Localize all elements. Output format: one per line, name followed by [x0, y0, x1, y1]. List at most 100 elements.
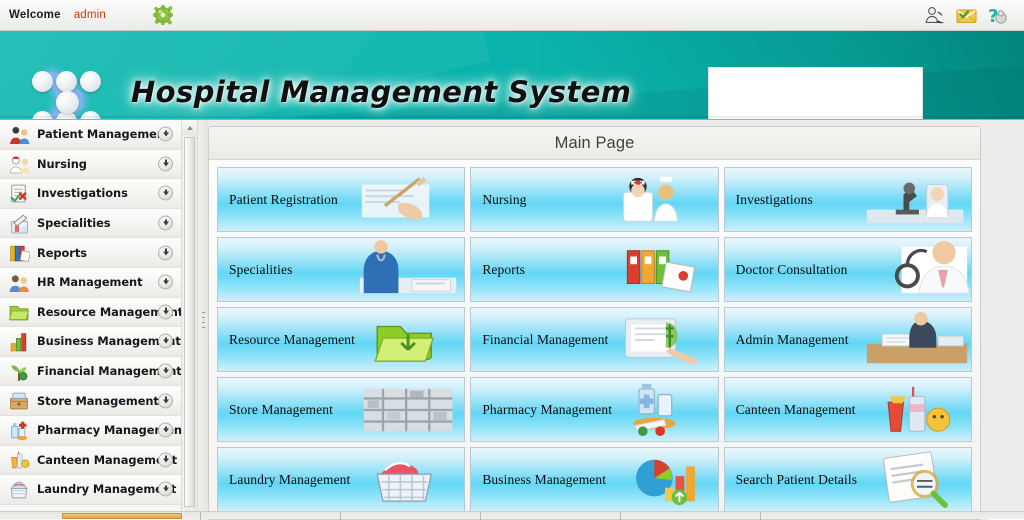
module-tile-admin-management[interactable]: Admin Management — [724, 307, 972, 372]
sidebar-item-business-management[interactable]: Business Management — [0, 327, 181, 357]
mail-envelope-icon[interactable] — [955, 4, 978, 27]
sidebar-item-label: Investigations — [37, 186, 128, 200]
expand-arrow-icon[interactable] — [158, 334, 173, 349]
sidebar-item-nursing[interactable]: Nursing — [0, 150, 181, 180]
panel-header: Main Page — [209, 127, 980, 160]
module-tile-financial-management[interactable]: Financial Management — [470, 307, 718, 372]
pills-bottles-art — [610, 378, 718, 441]
medicine-icon — [8, 420, 30, 441]
sidebar-scrollbar[interactable] — [181, 120, 198, 520]
expand-arrow-icon[interactable] — [158, 245, 173, 260]
expand-arrow-icon[interactable] — [158, 186, 173, 201]
molecule-logo — [28, 69, 106, 119]
sidebar-item-label: Specialities — [37, 216, 111, 230]
scroll-up-arrow-icon[interactable] — [182, 120, 197, 135]
sidebar-item-canteen-management[interactable]: Canteen Management — [0, 446, 181, 476]
expand-arrow-icon[interactable] — [158, 304, 173, 319]
module-tile-label: Patient Registration — [229, 192, 338, 208]
module-tile-grid: Patient Registration Nursing Investigation… — [217, 167, 972, 512]
module-tile-label: Reports — [482, 262, 525, 278]
module-tile-label: Laundry Management — [229, 472, 350, 488]
app-banner: Hospital Management System — [0, 31, 1024, 119]
module-tile-patient-registration[interactable]: Patient Registration — [217, 167, 465, 232]
top-bar-icons: ? — [923, 4, 1010, 27]
hand-writing-form-art — [356, 168, 464, 231]
welcome-label: Welcome — [9, 9, 61, 21]
module-tile-nursing[interactable]: Nursing — [470, 167, 718, 232]
sidebar-item-hr-management[interactable]: HR Management — [0, 268, 181, 298]
sidebar-menu: Patient Management Nursing Investigations S… — [0, 120, 181, 520]
bar-chart-icon — [8, 331, 30, 352]
sidebar-item-label: Canteen Management — [37, 453, 177, 467]
module-tile-store-management[interactable]: Store Management — [217, 377, 465, 442]
food-icon — [8, 449, 30, 470]
user-name-link[interactable]: admin — [74, 9, 106, 21]
module-tile-label: Admin Management — [736, 332, 849, 348]
expand-arrow-icon[interactable] — [158, 393, 173, 408]
horizontal-scrollbar[interactable] — [0, 511, 1024, 519]
sidebar-item-label: Patient Management — [37, 127, 170, 141]
laundry-basket-art — [356, 448, 464, 511]
horizontal-scroll-thumb[interactable] — [62, 513, 182, 519]
expand-arrow-icon[interactable] — [158, 216, 173, 231]
module-tile-label: Nursing — [482, 192, 526, 208]
module-tile-doctor-consultation[interactable]: Doctor Consultation — [724, 237, 972, 302]
magnifier-document-art — [863, 448, 971, 511]
expand-arrow-icon[interactable] — [158, 452, 173, 467]
svg-text:?: ? — [988, 6, 998, 27]
sidebar-item-label: Laundry Management — [37, 482, 176, 496]
module-tile-investigations[interactable]: Investigations — [724, 167, 972, 232]
sidebar-item-label: HR Management — [37, 275, 142, 289]
module-tile-resource-management[interactable]: Resource Management — [217, 307, 465, 372]
sidebar-item-financial-management[interactable]: Financial Management — [0, 357, 181, 387]
module-tile-canteen-management[interactable]: Canteen Management — [724, 377, 972, 442]
sidebar-item-reports[interactable]: Reports — [0, 238, 181, 268]
module-tile-label: Specialities — [229, 262, 292, 278]
module-tile-label: Pharmacy Management — [482, 402, 612, 418]
main-panel: Main Page Patient Registration Nursing Inv… — [208, 126, 981, 520]
module-tile-business-management[interactable]: Business Management — [470, 447, 718, 512]
module-tile-specialities[interactable]: Specialities — [217, 237, 465, 302]
pie-chart-art — [610, 448, 718, 511]
module-tile-pharmacy-management[interactable]: Pharmacy Management — [470, 377, 718, 442]
sidebar-item-store-management[interactable]: Store Management — [0, 386, 181, 416]
workspace: Patient Management Nursing Investigations S… — [0, 119, 1024, 519]
user-account-icon[interactable] — [923, 4, 946, 27]
sidebar-scroll-thumb[interactable] — [184, 137, 195, 507]
splitter-grip-icon — [202, 312, 205, 329]
office-desk-art — [863, 308, 971, 371]
module-tile-label: Doctor Consultation — [736, 262, 848, 278]
sidebar-item-investigations[interactable]: Investigations — [0, 179, 181, 209]
module-tile-reports[interactable]: Reports — [470, 237, 718, 302]
patients-icon — [8, 124, 30, 145]
expand-arrow-icon[interactable] — [158, 482, 173, 497]
warehouse-shelves-art — [356, 378, 464, 441]
sidebar-item-specialities[interactable]: Specialities — [0, 209, 181, 239]
sidebar-item-laundry-management[interactable]: Laundry Management — [0, 475, 181, 505]
money-plant-icon — [8, 361, 30, 382]
nurse-icon — [8, 153, 30, 174]
panel-splitter[interactable] — [199, 120, 208, 520]
top-bar: Welcome admin — [0, 0, 1024, 31]
expand-arrow-icon[interactable] — [158, 156, 173, 171]
sidebar-item-pharmacy-management[interactable]: Pharmacy Management — [0, 416, 181, 446]
gear-icon[interactable] — [153, 5, 173, 25]
module-tile-label: Store Management — [229, 402, 333, 418]
sidebar-item-resource-management[interactable]: Resource Management — [0, 298, 181, 328]
specialities-icon — [8, 213, 30, 234]
binders-icon — [8, 242, 30, 263]
expand-arrow-icon[interactable] — [158, 364, 173, 379]
panel-body: Patient Registration Nursing Investigation… — [209, 160, 980, 520]
people-icon — [8, 272, 30, 293]
page-title: Main Page — [555, 134, 635, 153]
sidebar-item-patient-management[interactable]: Patient Management — [0, 120, 181, 150]
folder-icon — [8, 301, 30, 322]
module-tile-laundry-management[interactable]: Laundry Management — [217, 447, 465, 512]
help-question-icon[interactable]: ? — [987, 4, 1010, 27]
expand-arrow-icon[interactable] — [158, 275, 173, 290]
sidebar-item-label: Nursing — [37, 157, 87, 171]
expand-arrow-icon[interactable] — [158, 127, 173, 142]
module-tile-search-patient-details[interactable]: Search Patient Details — [724, 447, 972, 512]
expand-arrow-icon[interactable] — [158, 423, 173, 438]
module-tile-label: Business Management — [482, 472, 606, 488]
